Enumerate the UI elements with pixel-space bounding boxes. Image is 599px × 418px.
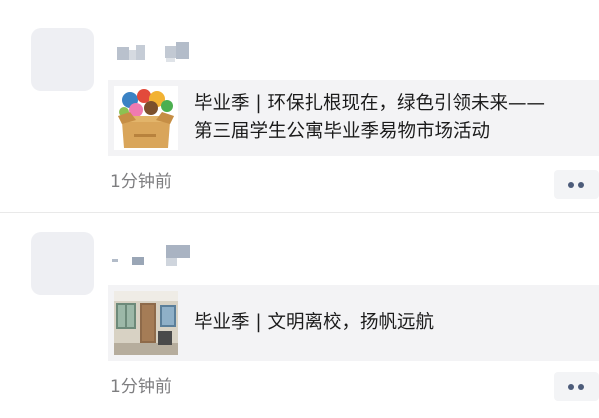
more-dots-icon [568, 384, 574, 390]
box-of-toys-image [114, 86, 178, 150]
article-title-line-2: 第三届学生公寓毕业季易物市场活动 [194, 121, 491, 142]
article-title-line-1: 毕业季 | 环保扎根现在，绿色引领未来—— [194, 93, 545, 114]
article-title: 毕业季 | 环保扎根现在，绿色引领未来—— 第三届学生公寓毕业季易物市场活动 [194, 90, 599, 146]
article-link-card[interactable]: 毕业季 | 环保扎根现在，绿色引领未来—— 第三届学生公寓毕业季易物市场活动 [108, 80, 599, 156]
nickname-blurred[interactable] [108, 38, 198, 62]
avatar[interactable] [31, 28, 94, 91]
classroom-photo-image [114, 291, 178, 355]
nickname-blurred[interactable] [108, 243, 198, 267]
avatar[interactable] [31, 232, 94, 295]
post-time: 1分钟前 [110, 172, 172, 192]
article-link-card[interactable]: 毕业季 | 文明离校，扬帆远航 [108, 285, 599, 361]
feed-post: 毕业季 | 文明离校，扬帆远航 1分钟前 [0, 213, 599, 418]
more-dots-icon [568, 182, 574, 188]
feed-post: 毕业季 | 环保扎根现在，绿色引领未来—— 第三届学生公寓毕业季易物市场活动 1… [0, 0, 599, 213]
article-title: 毕业季 | 文明离校，扬帆远航 [194, 309, 599, 337]
post-time: 1分钟前 [110, 377, 172, 397]
moments-feed: 毕业季 | 环保扎根现在，绿色引领未来—— 第三届学生公寓毕业季易物市场活动 1… [0, 0, 599, 418]
article-title-line-1: 毕业季 | 文明离校，扬帆远航 [194, 312, 434, 333]
more-actions-button[interactable] [554, 170, 599, 199]
more-actions-button[interactable] [554, 372, 599, 401]
